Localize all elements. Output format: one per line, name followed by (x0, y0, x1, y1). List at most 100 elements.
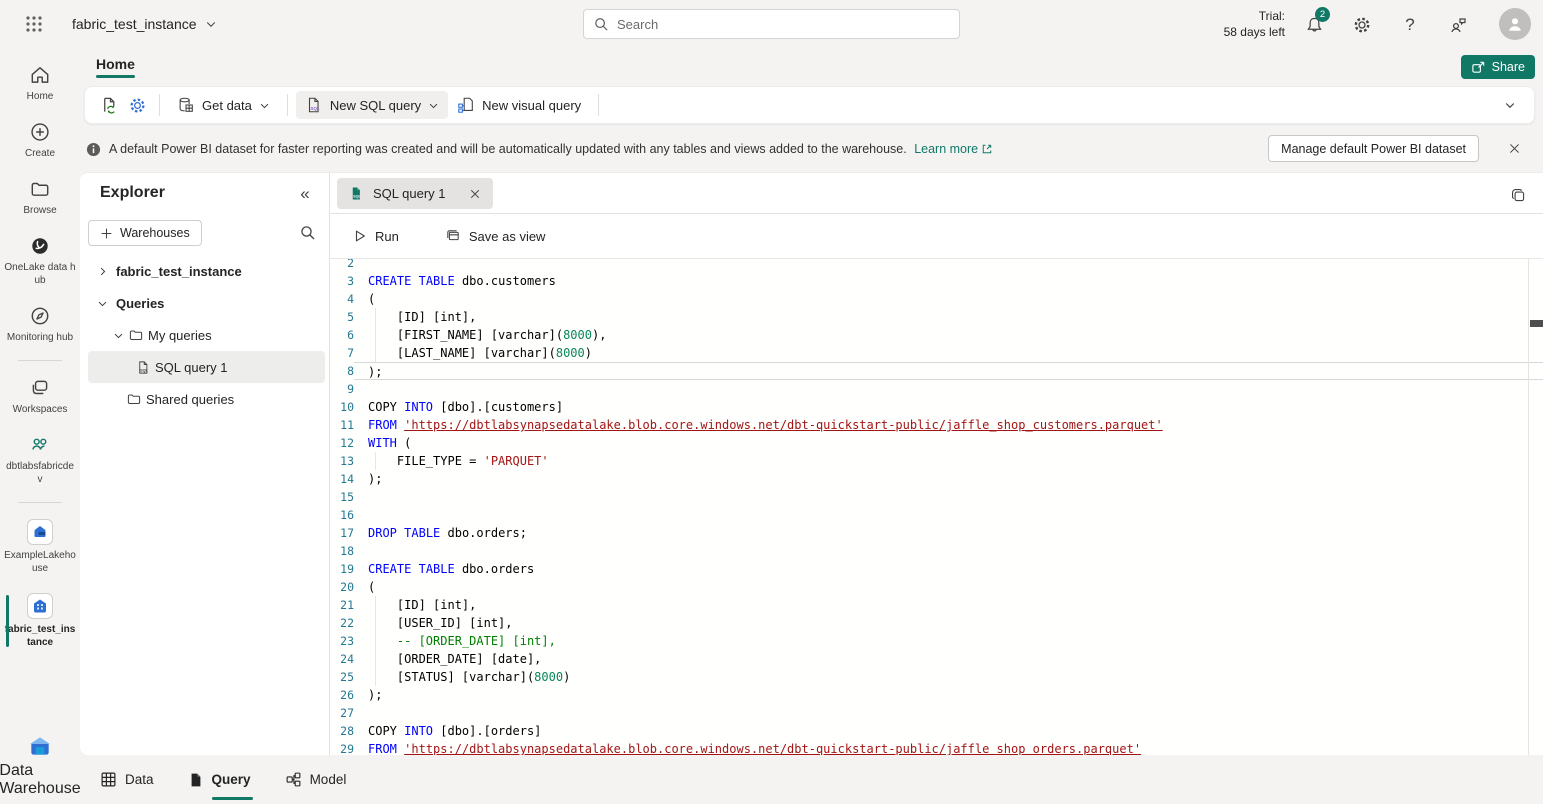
view-tab-model[interactable]: Model (285, 771, 347, 788)
lakehouse-icon (27, 519, 53, 545)
code-token: 8000 (556, 346, 585, 360)
tab-home[interactable]: Home (82, 52, 149, 76)
code-line[interactable]: 9 (330, 380, 1543, 398)
view-tab-data[interactable]: Data (100, 771, 154, 788)
feedback-button[interactable] (1447, 14, 1469, 36)
new-visual-query-button[interactable]: New visual query (448, 91, 590, 119)
rail-item-fabric-test-instance[interactable]: fabric_test_instance (0, 587, 80, 655)
tree-node-shared-queries[interactable]: Shared queries (80, 383, 329, 415)
code-line[interactable]: 12WITH ( (330, 434, 1543, 452)
new-sql-query-button[interactable]: SQL New SQL query (296, 91, 448, 119)
line-number: 22 (330, 614, 354, 632)
get-data-button[interactable]: Get data (168, 91, 279, 119)
share-button[interactable]: Share (1461, 55, 1535, 79)
workspace-people-icon (29, 434, 51, 456)
add-warehouses-button[interactable]: Warehouses (88, 220, 202, 246)
line-number: 2 (330, 259, 354, 272)
tab-close-button[interactable] (469, 188, 481, 200)
code-line[interactable]: 6 [FIRST_NAME] [varchar](8000), (330, 326, 1543, 344)
app-launcher-icon[interactable] (20, 10, 48, 38)
explorer-collapse-button[interactable]: « (293, 182, 317, 206)
rail-item-dbtlabsfabricdev[interactable]: dbtlabsfabricdev (0, 428, 80, 492)
code-line[interactable]: 23 -- [ORDER_DATE] [int], (330, 632, 1543, 650)
code-line[interactable]: 24 [ORDER_DATE] [date], (330, 650, 1543, 668)
learn-more-link[interactable]: Learn more (914, 142, 993, 156)
code-line[interactable]: 8); (330, 362, 1543, 380)
code-line[interactable]: 11FROM 'https://dbtlabsynapsedatalake.bl… (330, 416, 1543, 434)
code-token: COPY (368, 400, 404, 414)
account-avatar[interactable] (1499, 8, 1531, 40)
code-line[interactable]: 22 [USER_ID] [int], (330, 614, 1543, 632)
code-line[interactable]: 18 (330, 542, 1543, 560)
tree-node-my-queries[interactable]: My queries (80, 319, 329, 351)
chevron-right-icon[interactable] (92, 266, 112, 277)
ribbon-collapse-button[interactable] (1498, 93, 1522, 117)
code-line[interactable]: 14); (330, 470, 1543, 488)
code-line[interactable]: 27 (330, 704, 1543, 722)
main-area: Home Share Get data SQL New SQL query Ne… (80, 48, 1543, 804)
explorer-title: Explorer (100, 184, 165, 202)
code-line[interactable]: 4( (330, 290, 1543, 308)
code-line[interactable]: 10COPY INTO [dbo].[customers] (330, 398, 1543, 416)
rail-item-examplelakehouse[interactable]: ExampleLakehouse (0, 513, 80, 581)
copy-button[interactable] (1507, 184, 1529, 206)
code-line[interactable]: 17DROP TABLE dbo.orders; (330, 524, 1543, 542)
rail-item-browse[interactable]: Browse (0, 172, 80, 223)
save-as-view-button[interactable]: Save as view (437, 223, 554, 249)
code-line[interactable]: 20( (330, 578, 1543, 596)
query-tab-strip: SQL SQL query 1 (330, 173, 1543, 214)
rail-item-create[interactable]: Create (0, 115, 80, 166)
manage-default-dataset-button[interactable]: Manage default Power BI dataset (1268, 135, 1479, 162)
play-icon (353, 229, 367, 243)
sql-code-editor[interactable]: 23CREATE TABLE dbo.customers4(5 [ID] [in… (330, 259, 1543, 755)
view-tab-query[interactable]: Query (188, 772, 251, 788)
tree-node-sql-query-1[interactable]: SQL SQL query 1 (88, 351, 325, 383)
code-line[interactable]: 29FROM 'https://dbtlabsynapsedatalake.bl… (330, 740, 1543, 755)
sql-document-icon: SQL (136, 360, 151, 375)
rail-item-monitoring-hub[interactable]: Monitoring hub (0, 299, 80, 350)
tree-node-queries[interactable]: Queries (80, 287, 329, 319)
rail-item-workspaces[interactable]: Workspaces (0, 371, 80, 422)
help-button[interactable]: ? (1399, 14, 1421, 36)
workspace-switcher[interactable]: fabric_test_instance (72, 0, 217, 48)
code-line[interactable]: 28COPY INTO [dbo].[orders] (330, 722, 1543, 740)
banner-close-button[interactable] (1503, 137, 1525, 159)
refresh-dataset-button[interactable] (95, 91, 123, 119)
view-tab-label: Data (125, 772, 154, 787)
code-line[interactable]: 5 [ID] [int], (330, 308, 1543, 326)
code-line[interactable]: 7 [LAST_NAME] [varchar](8000) (330, 344, 1543, 362)
rail-item-home[interactable]: Home (0, 58, 80, 109)
notifications-button[interactable]: 2 (1303, 14, 1325, 36)
tree-node-warehouse-root[interactable]: fabric_test_instance (80, 255, 329, 287)
line-number: 6 (330, 326, 354, 344)
code-line[interactable]: 26); (330, 686, 1543, 704)
line-number: 27 (330, 704, 354, 722)
code-line[interactable]: 19CREATE TABLE dbo.orders (330, 560, 1543, 578)
run-button[interactable]: Run (345, 224, 407, 249)
code-line[interactable]: 25 [STATUS] [varchar](8000) (330, 668, 1543, 686)
explorer-search-button[interactable] (295, 220, 321, 246)
tree-node-label: fabric_test_instance (116, 264, 242, 279)
code-line[interactable]: 21 [ID] [int], (330, 596, 1543, 614)
code-token: COPY (368, 724, 404, 738)
code-line[interactable]: 3CREATE TABLE dbo.customers (330, 272, 1543, 290)
code-line[interactable]: 16 (330, 506, 1543, 524)
rail-item-data-warehouse[interactable]: Data Warehouse (0, 733, 80, 798)
code-line[interactable]: 15 (330, 488, 1543, 506)
svg-text:SQL: SQL (353, 195, 361, 199)
ribbon-settings-button[interactable] (123, 91, 151, 119)
code-line[interactable]: 13 FILE_TYPE = 'PARQUET' (330, 452, 1543, 470)
rail-label: Workspaces (13, 403, 68, 416)
search-input[interactable] (617, 17, 949, 32)
code-line[interactable]: 2 (330, 259, 1543, 272)
query-tab-sql-query-1[interactable]: SQL SQL query 1 (337, 178, 493, 209)
chevron-down-icon[interactable] (92, 298, 112, 309)
indent-guide (375, 668, 376, 686)
editor-scrollbar-thumb[interactable] (1530, 320, 1543, 327)
settings-button[interactable] (1351, 14, 1373, 36)
indent-guide (375, 326, 376, 344)
share-label: Share (1492, 60, 1525, 74)
rail-item-onelake-data-hub[interactable]: OneLake data hub (0, 229, 80, 293)
chevron-down-icon[interactable] (108, 330, 128, 341)
code-token: 'https://dbtlabsynapsedatalake.blob.core… (404, 418, 1163, 432)
